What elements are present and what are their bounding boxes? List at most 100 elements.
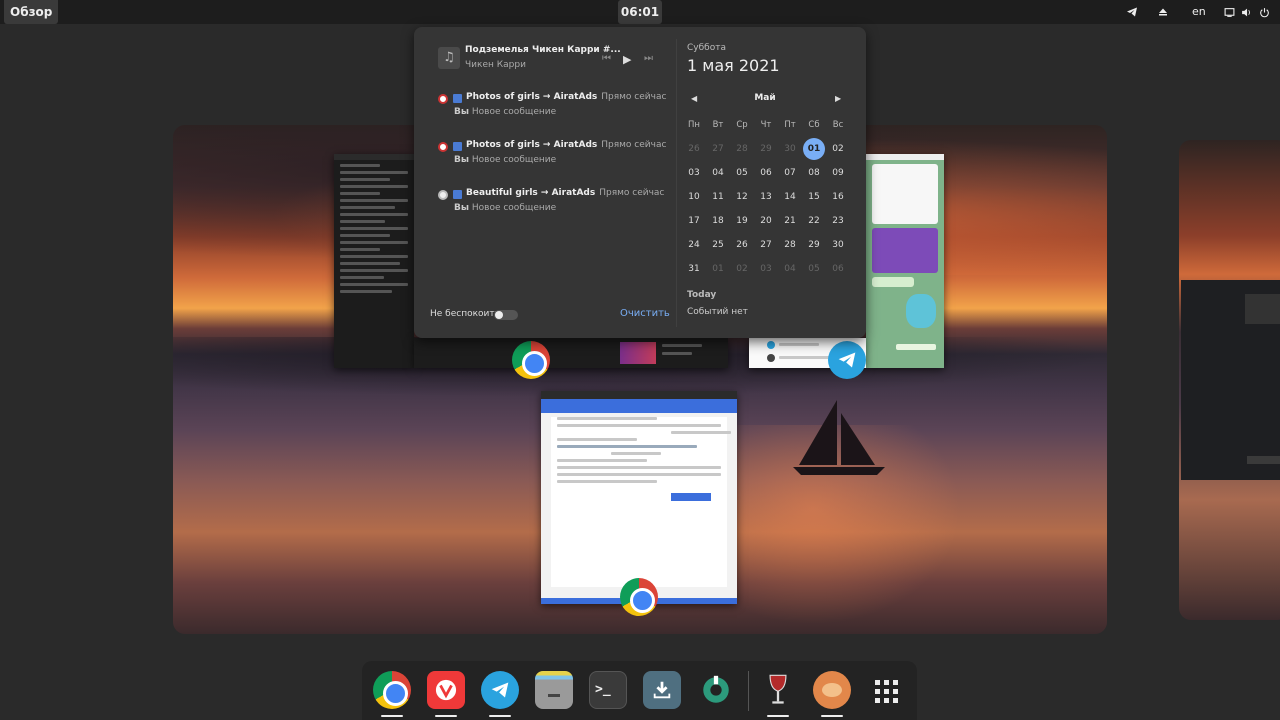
calendar-day[interactable]: 25 [706, 233, 730, 257]
dock-item-terminal[interactable]: >_ [588, 671, 628, 711]
notification-item[interactable]: Photos of girls → AiratAds Прямо сейчас В… [438, 140, 666, 174]
dock-item-wine[interactable] [758, 671, 798, 717]
volume-icon[interactable] [1241, 0, 1252, 24]
calendar-day[interactable]: 14 [778, 185, 802, 209]
notification-sender: Вы [454, 203, 469, 213]
screen-icon[interactable] [1224, 0, 1235, 24]
notification-time: Прямо сейчас [601, 140, 667, 150]
running-indicator [435, 715, 457, 717]
telegram-tray-icon[interactable] [1126, 0, 1138, 24]
no-events-label: Событий нет [687, 307, 748, 317]
calendar-day[interactable]: 05 [802, 257, 826, 281]
do-not-disturb-toggle[interactable] [494, 310, 518, 320]
calendar-day[interactable]: 04 [778, 257, 802, 281]
calendar-day[interactable]: 13 [754, 185, 778, 209]
telegram-icon [481, 671, 519, 709]
running-indicator [821, 715, 843, 717]
notification-item[interactable]: Beautiful girls → AiratAds Прямо сейчас В… [438, 188, 664, 222]
chevron-right-icon[interactable]: ▶ [835, 94, 841, 103]
calendar-day[interactable]: 27 [706, 137, 730, 161]
keyboard-layout-indicator[interactable]: en [1192, 0, 1206, 24]
calendar-weekday: Суббота [687, 43, 726, 53]
window-thumbnail-youtube[interactable] [334, 154, 414, 368]
calendar-day[interactable]: 05 [730, 161, 754, 185]
calendar-day[interactable]: 20 [754, 209, 778, 233]
dock-item-telegram[interactable] [480, 671, 520, 717]
calendar-day[interactable]: 17 [682, 209, 706, 233]
clock-button[interactable]: 06:01 [618, 0, 662, 24]
calendar-day[interactable]: 26 [730, 233, 754, 257]
calendar-weekday-header: Ср [736, 120, 748, 130]
skip-back-icon[interactable]: ⏮ [602, 53, 611, 64]
overview-button[interactable]: Обзор [4, 0, 59, 24]
calendar-day[interactable]: 29 [754, 137, 778, 161]
window-thumbnail-youtube-lower[interactable] [414, 338, 728, 368]
calendar-day[interactable]: 12 [730, 185, 754, 209]
avatar [438, 94, 448, 104]
calendar-day[interactable]: 06 [826, 257, 850, 281]
calendar-day[interactable]: 24 [682, 233, 706, 257]
calendar-day[interactable]: 02 [730, 257, 754, 281]
calendar-day[interactable]: 27 [754, 233, 778, 257]
notification-body: Новое сообщение [471, 155, 557, 165]
calendar-day[interactable]: 23 [826, 209, 850, 233]
calendar-weekday-header: Вт [712, 120, 724, 130]
calendar-day[interactable]: 08 [802, 161, 826, 185]
calendar-day[interactable]: 21 [778, 209, 802, 233]
power-icon[interactable] [1259, 0, 1270, 24]
dock-item-chrome[interactable] [372, 671, 412, 717]
chrome-icon [373, 671, 411, 709]
calendar-day[interactable]: 01 [706, 257, 730, 281]
calendar-day-today[interactable]: 01 [803, 138, 825, 160]
calendar-day[interactable]: 16 [826, 185, 850, 209]
workspace-next[interactable] [1179, 140, 1280, 620]
clear-notifications-button[interactable]: Очистить [620, 308, 670, 319]
calendar-day[interactable]: 06 [754, 161, 778, 185]
calendar-day[interactable]: 10 [682, 185, 706, 209]
skip-forward-icon[interactable]: ⏭ [644, 53, 653, 64]
chevron-left-icon[interactable]: ◀ [691, 94, 697, 103]
notification-title: Photos of girls → AiratAds [466, 140, 598, 150]
calendar-day[interactable]: 03 [754, 257, 778, 281]
media-player: ♫ Подземелья Чикен Карри #... Чикен Карр… [438, 43, 668, 79]
calendar-month-label: Май [754, 93, 776, 103]
notification-body: Новое сообщение [471, 203, 557, 213]
calendar-day[interactable]: 07 [778, 161, 802, 185]
calendar-day[interactable]: 28 [778, 233, 802, 257]
calendar-day[interactable]: 15 [802, 185, 826, 209]
calendar-day[interactable]: 26 [682, 137, 706, 161]
dock-item-vivaldi[interactable] [426, 671, 466, 717]
window-thumbnail-chrome[interactable] [541, 391, 737, 604]
dock-item-files[interactable] [534, 671, 574, 711]
show-apps-button[interactable] [866, 671, 906, 711]
notification-item[interactable]: Photos of girls → AiratAds Прямо сейчас В… [438, 92, 666, 126]
window-thumbnail-epic-games[interactable] [1181, 280, 1280, 480]
window-thumbnail-telegram[interactable] [866, 154, 944, 368]
notification-time: Прямо сейчас [601, 92, 667, 102]
dock-item-downloader[interactable] [642, 671, 682, 711]
dock: >_ [362, 661, 917, 720]
calendar-day[interactable]: 18 [706, 209, 730, 233]
dock-item-lutris[interactable] [812, 671, 852, 717]
calendar-day[interactable]: 03 [682, 161, 706, 185]
media-artist: Чикен Карри [465, 60, 526, 70]
running-indicator [767, 715, 789, 717]
dock-item-tweaks[interactable] [696, 671, 736, 711]
calendar-day[interactable]: 29 [802, 233, 826, 257]
calendar-day[interactable]: 11 [706, 185, 730, 209]
calendar-day[interactable]: 30 [826, 233, 850, 257]
calendar-day[interactable]: 28 [730, 137, 754, 161]
play-icon[interactable]: ▶ [623, 53, 631, 66]
calendar-weekday-header: Чт [760, 120, 772, 130]
calendar-day[interactable]: 09 [826, 161, 850, 185]
calendar-day[interactable]: 04 [706, 161, 730, 185]
eject-icon[interactable] [1158, 0, 1168, 24]
calendar-day[interactable]: 02 [826, 137, 850, 161]
calendar-day[interactable]: 19 [730, 209, 754, 233]
calendar-day[interactable]: 22 [802, 209, 826, 233]
channel-icon [453, 94, 462, 103]
calendar-day[interactable]: 31 [682, 257, 706, 281]
calendar-weekday-header: Пт [784, 120, 796, 130]
calendar-weekday-header: Пн [688, 120, 700, 130]
calendar-day[interactable]: 30 [778, 137, 802, 161]
